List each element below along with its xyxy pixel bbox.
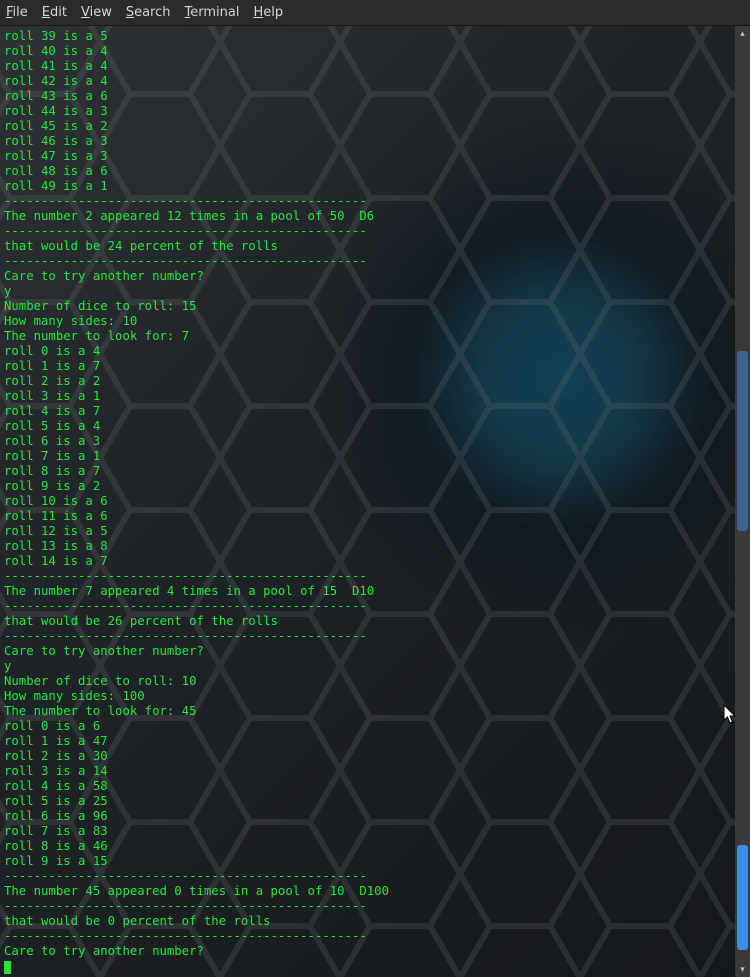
terminal-line: roll 6 is a 3: [4, 434, 731, 449]
terminal-line: y: [4, 284, 731, 299]
terminal-line: roll 12 is a 5: [4, 524, 731, 539]
terminal-line: roll 1 is a 7: [4, 359, 731, 374]
terminal-output[interactable]: roll 39 is a 5roll 40 is a 4roll 41 is a…: [0, 26, 735, 977]
terminal-line: roll 13 is a 8: [4, 539, 731, 554]
terminal-line: roll 7 is a 83: [4, 824, 731, 839]
terminal-line: The number 45 appeared 0 times in a pool…: [4, 884, 731, 899]
terminal-line: roll 3 is a 1: [4, 389, 731, 404]
scroll-thumb[interactable]: [737, 845, 748, 950]
terminal-line: Care to try another number?: [4, 644, 731, 659]
vertical-scrollbar[interactable]: ▴ ▾: [735, 26, 750, 977]
terminal-line: roll 9 is a 2: [4, 479, 731, 494]
terminal-line: roll 5 is a 25: [4, 794, 731, 809]
menu-view[interactable]: View: [81, 5, 112, 20]
menu-bar: File Edit View Search Terminal Help: [0, 0, 750, 26]
terminal-line: roll 49 is a 1: [4, 179, 731, 194]
terminal-line: ----------------------------------------…: [4, 224, 731, 239]
chevron-down-icon: ▾: [740, 965, 745, 975]
terminal-line: The number 7 appeared 4 times in a pool …: [4, 584, 731, 599]
terminal-line: ----------------------------------------…: [4, 869, 731, 884]
chevron-up-icon: ▴: [740, 29, 745, 39]
terminal-line: roll 42 is a 4: [4, 74, 731, 89]
terminal-line: ----------------------------------------…: [4, 899, 731, 914]
terminal-line: y: [4, 659, 731, 674]
menu-edit[interactable]: Edit: [42, 5, 67, 20]
menu-terminal[interactable]: Terminal: [185, 5, 240, 20]
menu-help[interactable]: Help: [253, 5, 283, 20]
terminal-line: roll 5 is a 4: [4, 419, 731, 434]
terminal-line: roll 41 is a 4: [4, 59, 731, 74]
terminal-line: roll 39 is a 5: [4, 29, 731, 44]
terminal-line: ----------------------------------------…: [4, 254, 731, 269]
terminal-line: roll 46 is a 3: [4, 134, 731, 149]
terminal-line: ----------------------------------------…: [4, 629, 731, 644]
scroll-down-button[interactable]: ▾: [735, 962, 750, 977]
terminal-line: roll 44 is a 3: [4, 104, 731, 119]
terminal-line: roll 47 is a 3: [4, 149, 731, 164]
terminal-line: roll 9 is a 15: [4, 854, 731, 869]
menu-file[interactable]: File: [6, 5, 28, 20]
scroll-track[interactable]: [735, 41, 750, 962]
terminal-line: The number 2 appeared 12 times in a pool…: [4, 209, 731, 224]
terminal-line: Number of dice to roll: 15: [4, 299, 731, 314]
scroll-thumb-shadow: [737, 351, 748, 531]
terminal-line: roll 1 is a 47: [4, 734, 731, 749]
terminal-line: roll 4 is a 58: [4, 779, 731, 794]
terminal-line: roll 0 is a 4: [4, 344, 731, 359]
terminal-line: roll 8 is a 7: [4, 464, 731, 479]
terminal-prompt-line: [4, 959, 731, 974]
terminal-line: roll 8 is a 46: [4, 839, 731, 854]
terminal-line: roll 0 is a 6: [4, 719, 731, 734]
terminal-line: that would be 26 percent of the rolls: [4, 614, 731, 629]
terminal-viewport: roll 39 is a 5roll 40 is a 4roll 41 is a…: [0, 26, 735, 977]
terminal-line: roll 2 is a 2: [4, 374, 731, 389]
terminal-line: roll 2 is a 30: [4, 749, 731, 764]
terminal-line: Care to try another number?: [4, 269, 731, 284]
terminal-line: roll 10 is a 6: [4, 494, 731, 509]
terminal-line: Number of dice to roll: 10: [4, 674, 731, 689]
terminal-line: roll 4 is a 7: [4, 404, 731, 419]
terminal-line: Care to try another number?: [4, 944, 731, 959]
menu-search[interactable]: Search: [126, 5, 171, 20]
terminal-line: roll 45 is a 2: [4, 119, 731, 134]
terminal-line: roll 48 is a 6: [4, 164, 731, 179]
terminal-line: ----------------------------------------…: [4, 569, 731, 584]
terminal-line: roll 40 is a 4: [4, 44, 731, 59]
scroll-up-button[interactable]: ▴: [735, 26, 750, 41]
terminal-line: roll 3 is a 14: [4, 764, 731, 779]
terminal-line: How many sides: 100: [4, 689, 731, 704]
terminal-line: ----------------------------------------…: [4, 194, 731, 209]
terminal-line: How many sides: 10: [4, 314, 731, 329]
terminal-line: roll 11 is a 6: [4, 509, 731, 524]
terminal-line: ----------------------------------------…: [4, 929, 731, 944]
terminal-line: that would be 0 percent of the rolls: [4, 914, 731, 929]
terminal-line: that would be 24 percent of the rolls: [4, 239, 731, 254]
terminal-line: The number to look for: 45: [4, 704, 731, 719]
terminal-line: roll 14 is a 7: [4, 554, 731, 569]
terminal-line: roll 43 is a 6: [4, 89, 731, 104]
terminal-line: roll 7 is a 1: [4, 449, 731, 464]
terminal-line: ----------------------------------------…: [4, 599, 731, 614]
terminal-cursor: [4, 961, 11, 974]
terminal-line: The number to look for: 7: [4, 329, 731, 344]
terminal-line: roll 6 is a 96: [4, 809, 731, 824]
